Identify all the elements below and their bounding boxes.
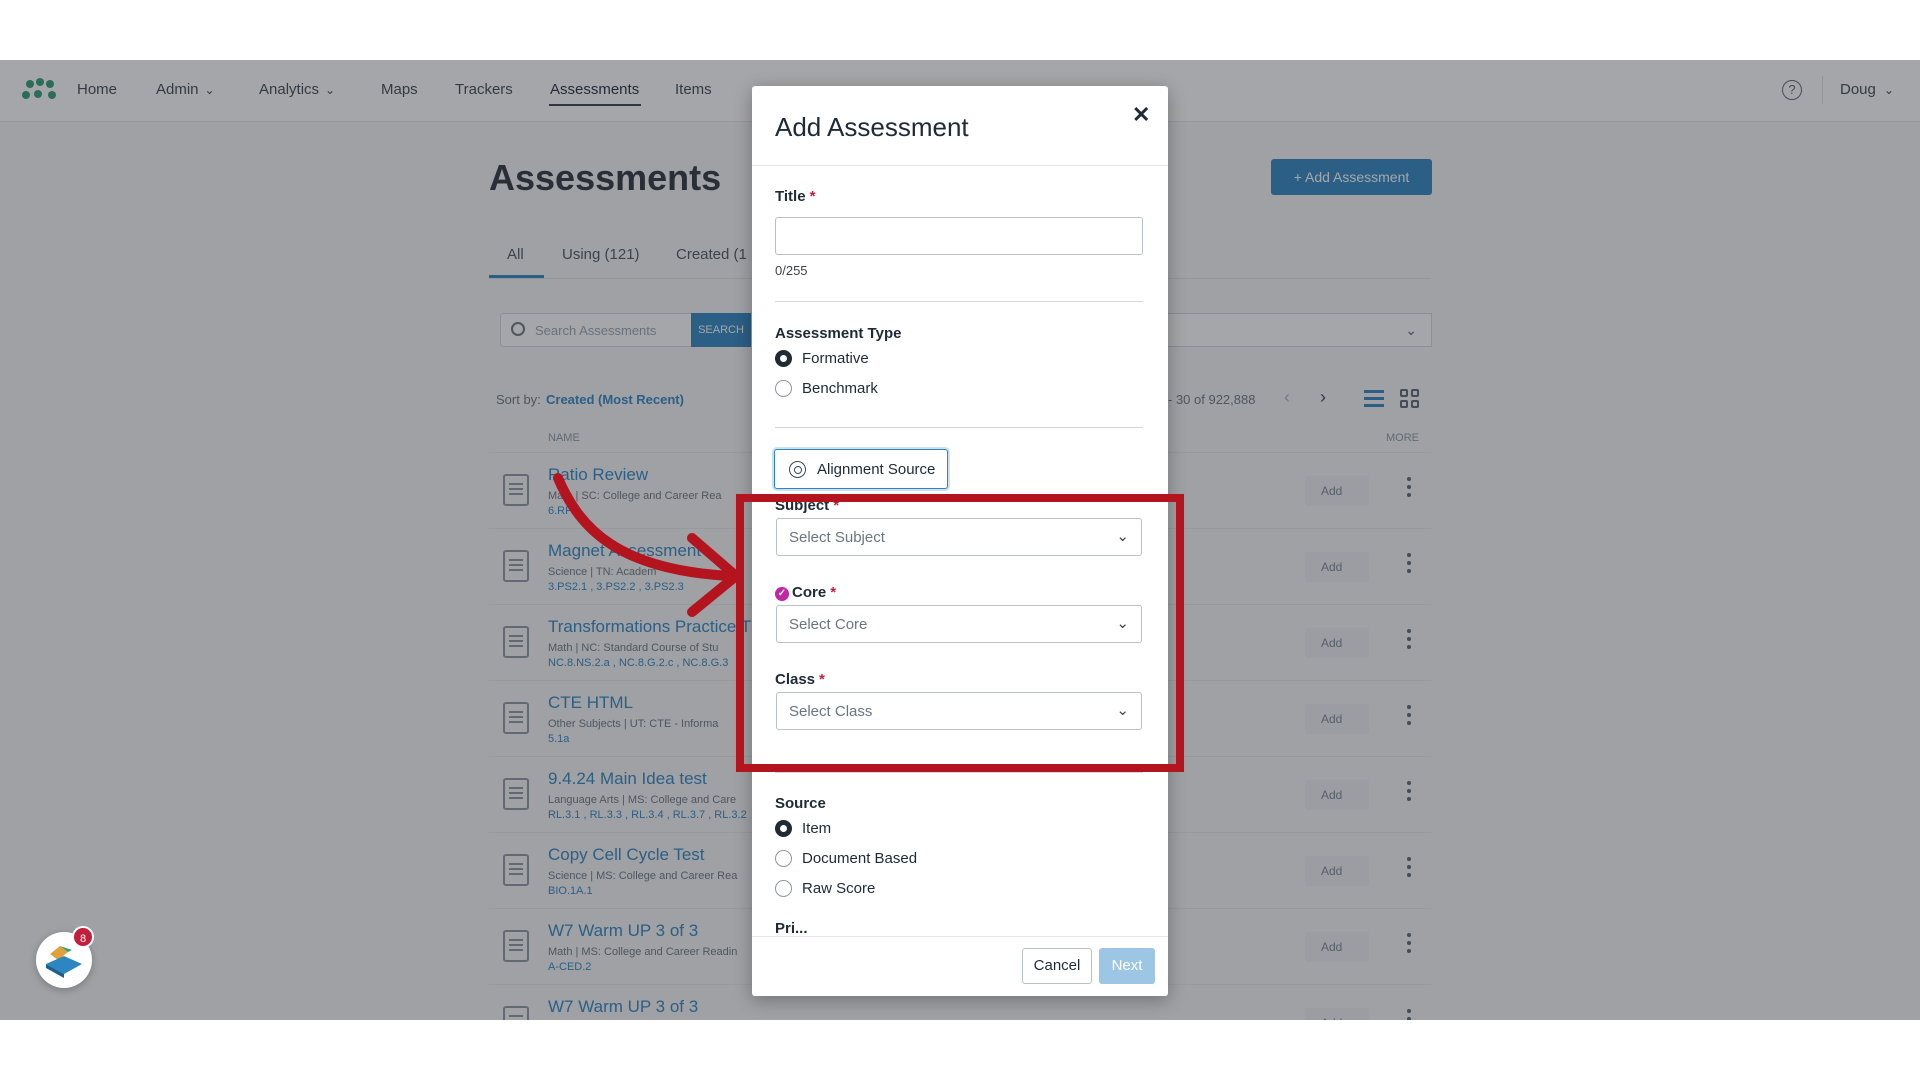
notification-badge: 8 bbox=[72, 926, 94, 948]
radio-dot bbox=[775, 380, 792, 397]
divider bbox=[775, 772, 1143, 773]
help-chat-widget[interactable]: 8 bbox=[36, 926, 94, 988]
core-select[interactable]: Select Core ⌄ bbox=[776, 605, 1142, 643]
radio-source-document-label: Document Based bbox=[802, 850, 918, 867]
title-char-count: 0/255 bbox=[775, 263, 808, 278]
divider bbox=[775, 427, 1143, 428]
cancel-button[interactable]: Cancel bbox=[1022, 948, 1092, 984]
chevron-down-icon: ⌄ bbox=[1116, 615, 1129, 632]
next-button[interactable]: Next bbox=[1099, 948, 1155, 984]
class-label-text: Class bbox=[775, 671, 816, 688]
radio-dot bbox=[775, 350, 792, 367]
close-icon[interactable]: ✕ bbox=[1132, 102, 1150, 128]
class-placeholder: Select Class bbox=[789, 703, 873, 720]
app-badge-icon bbox=[46, 946, 82, 978]
modal-footer: Cancel Next bbox=[752, 936, 1168, 996]
class-field-label: Class * bbox=[775, 671, 825, 688]
alignment-source-button[interactable]: Alignment Source bbox=[774, 449, 948, 489]
modal-header: Add Assessment ✕ bbox=[752, 86, 1168, 166]
verified-icon: ✓ bbox=[775, 587, 789, 601]
app-frame: Home Admin ⌄ Analytics ⌄ Maps Trackers Ass… bbox=[0, 60, 1920, 1020]
subject-placeholder: Select Subject bbox=[789, 529, 885, 546]
assessment-type-label: Assessment Type bbox=[775, 325, 902, 342]
required-mark: * bbox=[830, 584, 837, 601]
subject-field-label: Subject * bbox=[775, 497, 839, 514]
truncated-field-label: Pri... bbox=[775, 920, 808, 937]
required-mark: * bbox=[809, 188, 816, 205]
subject-select[interactable]: Select Subject ⌄ bbox=[776, 518, 1142, 556]
radio-dot bbox=[775, 850, 792, 867]
title-input[interactable] bbox=[775, 217, 1143, 255]
radio-dot bbox=[775, 880, 792, 897]
add-assessment-modal: Add Assessment ✕ Title * 0/255 Assessment… bbox=[752, 86, 1168, 996]
subject-label-text: Subject bbox=[775, 497, 830, 514]
radio-source-raw-label: Raw Score bbox=[802, 880, 876, 897]
core-placeholder: Select Core bbox=[789, 616, 868, 633]
modal-title: Add Assessment bbox=[775, 112, 969, 142]
target-icon bbox=[789, 461, 806, 478]
source-label: Source bbox=[775, 795, 826, 812]
required-mark: * bbox=[833, 497, 840, 514]
divider bbox=[775, 301, 1143, 302]
alignment-source-label: Alignment Source bbox=[817, 461, 936, 478]
chevron-down-icon: ⌄ bbox=[1116, 528, 1129, 545]
title-field-label: Title * bbox=[775, 188, 815, 205]
core-label-text: Core bbox=[792, 584, 827, 601]
required-mark: * bbox=[819, 671, 825, 688]
radio-dot bbox=[775, 820, 792, 837]
class-select[interactable]: Select Class ⌄ bbox=[776, 692, 1142, 730]
title-label-text: Title bbox=[775, 188, 806, 205]
core-field-label: ✓ Core * bbox=[775, 584, 836, 601]
radio-formative-label: Formative bbox=[802, 350, 869, 367]
radio-benchmark-label: Benchmark bbox=[802, 380, 878, 397]
chevron-down-icon: ⌄ bbox=[1116, 702, 1129, 719]
radio-source-item-label: Item bbox=[802, 820, 832, 837]
